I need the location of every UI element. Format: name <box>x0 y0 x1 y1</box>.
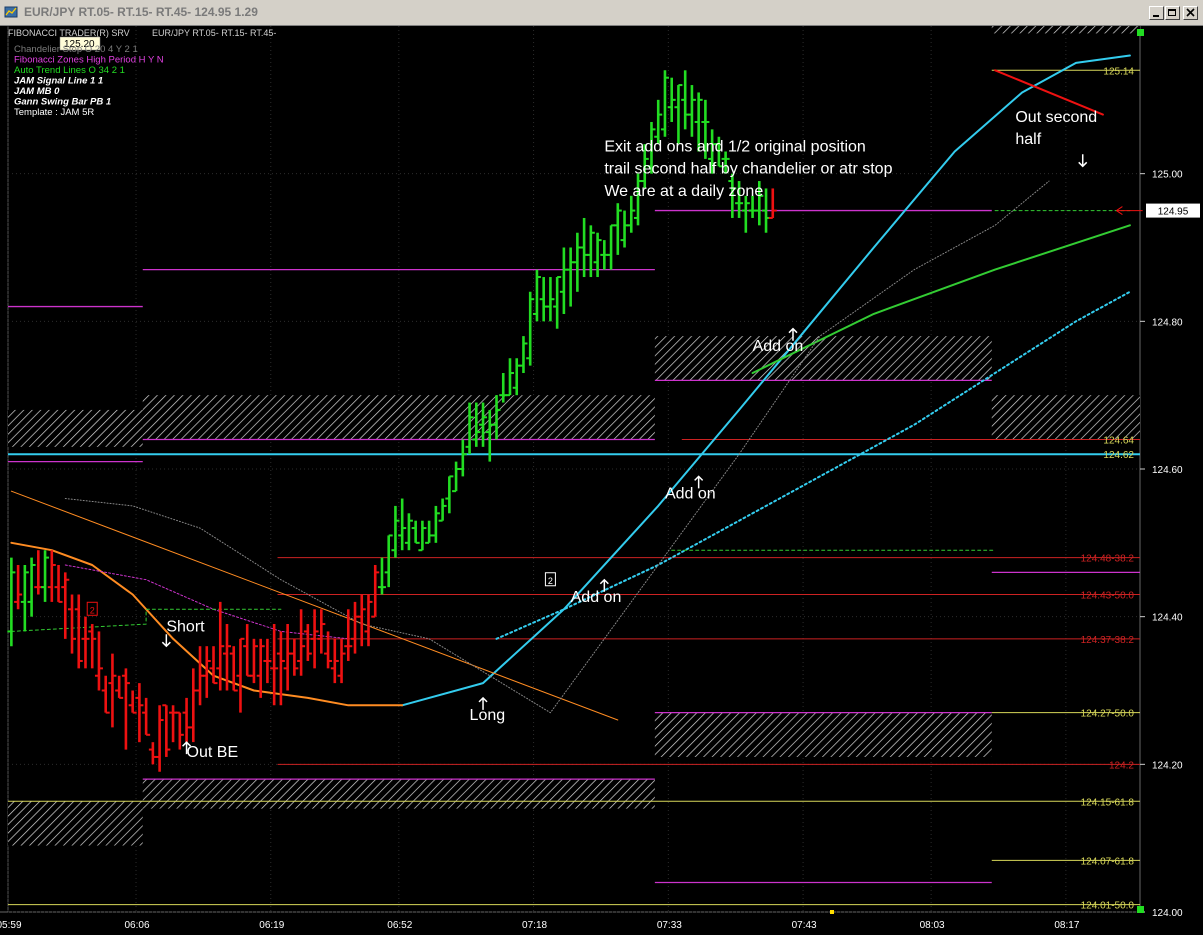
maximize-button[interactable] <box>1165 6 1180 20</box>
fib-zone <box>142 395 655 440</box>
header-right-label: EUR/JPY RT.05- RT.15- RT.45- <box>152 28 276 38</box>
fib-zone <box>654 712 992 757</box>
annotation-text: trail second half by chandelier or atr s… <box>604 161 892 178</box>
price-level-label: 124.2 <box>1109 760 1134 771</box>
x-tick-label: 06:52 <box>387 920 412 931</box>
annotation-text: We are at a daily zone <box>604 183 763 200</box>
annotation-text: Add on <box>665 486 716 503</box>
fib-zone <box>8 409 143 447</box>
price-level-label: 124.07-61.8 <box>1081 856 1135 867</box>
window-title: EUR/JPY RT.05- RT.15- RT.45- 124.95 1.29 <box>24 5 258 19</box>
price-level-label: 124.64 <box>1103 435 1134 446</box>
fib-zone <box>991 395 1140 440</box>
y-tick-label: 124.40 <box>1152 613 1183 624</box>
y-tick-label: 124.80 <box>1152 317 1183 328</box>
annotation-text: Out second <box>1015 109 1097 126</box>
app-icon <box>4 6 18 18</box>
fib-zone <box>654 336 992 381</box>
legend-item: Auto Trend Lines O 34 2 1 <box>14 65 125 76</box>
swing-marker-label: 2 <box>548 576 553 586</box>
price-level-label: 124.43-50.0 <box>1081 591 1135 602</box>
price-level-label: 124.01-50.0 <box>1081 901 1135 912</box>
legend-item: Fibonacci Zones High Period H Y N <box>14 55 164 66</box>
annotation-text: Exit add ons and 1/2 original position <box>604 139 866 156</box>
y-tick-label: 124.00 <box>1152 908 1183 919</box>
annotation-text: Out BE <box>187 744 239 761</box>
x-tick-label: 07:18 <box>522 920 547 931</box>
x-tick-label: 08:17 <box>1054 920 1079 931</box>
maximize-icon <box>1168 9 1176 16</box>
legend-item: JAM Signal Line 1 1 <box>14 76 103 87</box>
y-tick-label: 124.20 <box>1152 760 1183 771</box>
minimize-icon <box>1153 15 1159 17</box>
x-tick-label: 05:59 <box>0 920 22 931</box>
x-tick-label: 06:06 <box>125 920 150 931</box>
x-tick-label: 08:03 <box>920 920 945 931</box>
y-tick-label: 125.00 <box>1152 170 1183 181</box>
legend-item: Chandelier Stop O 20 4 Y 2 1 <box>14 44 138 55</box>
close-button[interactable] <box>1183 6 1198 20</box>
annotation-text: Add on <box>571 589 622 606</box>
price-level-label: 124.37-38.2 <box>1081 635 1135 646</box>
time-cursor-marker <box>830 910 834 914</box>
fib-zone <box>991 26 1140 34</box>
annotation-text: Short <box>166 618 205 635</box>
legend-item: Template : JAM 5R <box>14 107 94 118</box>
price-level-label: 124.48-38.2 <box>1081 554 1135 565</box>
price-level-label: 125.14 <box>1103 66 1134 77</box>
close-icon <box>1186 8 1195 17</box>
fib-zone <box>8 801 143 846</box>
current-price-label: 124.95 <box>1158 207 1189 218</box>
corner-marker-top <box>1137 29 1144 36</box>
swing-marker-label: 2 <box>90 605 95 615</box>
x-tick-label: 07:43 <box>792 920 817 931</box>
title-bar: EUR/JPY RT.05- RT.15- RT.45- 124.95 1.29 <box>0 0 1203 26</box>
fib-zone <box>142 779 655 809</box>
annotation-text: Long <box>470 707 506 724</box>
header-left-label: FIBONACCI TRADER(R) SRV <box>8 28 130 38</box>
price-chart[interactable]: 125.14 124.64 124.62 124.48-38.2 124.43-50.0… <box>0 26 1203 935</box>
annotation-text: half <box>1015 131 1041 148</box>
x-tick-label: 06:19 <box>259 920 284 931</box>
legend-item: Gann Swing Bar PB 1 <box>14 97 111 108</box>
legend-item: JAM MB 0 <box>14 86 60 97</box>
minimize-button[interactable] <box>1149 6 1164 20</box>
y-tick-label: 124.60 <box>1152 465 1183 476</box>
price-level-label: 124.62 <box>1103 450 1134 461</box>
price-level-label: 124.27-50.0 <box>1081 709 1135 720</box>
x-tick-label: 07:33 <box>657 920 682 931</box>
annotation-text: Add on <box>753 338 804 355</box>
corner-marker-bottom <box>1137 906 1144 913</box>
price-level-label: 124.15-61.8 <box>1081 797 1135 808</box>
